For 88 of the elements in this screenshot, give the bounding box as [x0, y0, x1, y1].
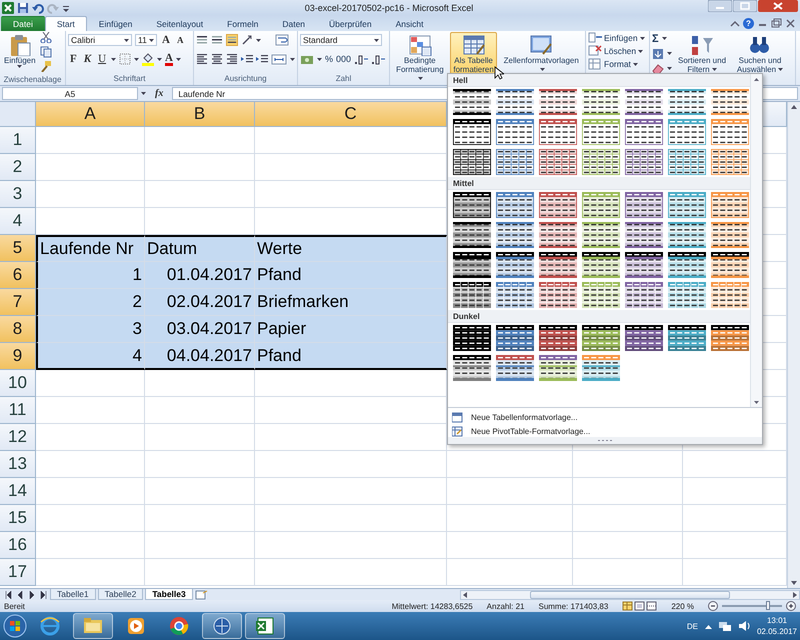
row-header[interactable]: 10	[0, 370, 36, 397]
find-select-button[interactable]: Suchen und Auswählen	[732, 32, 788, 75]
column-header[interactable]: A	[36, 102, 145, 127]
ribbon-tab[interactable]: Start	[44, 16, 87, 31]
row-header[interactable]: 4	[0, 208, 36, 235]
style-button[interactable]: Bedingte Formatierung	[392, 32, 448, 75]
font-name-field[interactable]: Calibri	[68, 34, 132, 46]
italic-button[interactable]: K	[82, 53, 94, 65]
cells-menu-button[interactable]: Löschen	[588, 45, 645, 57]
row-header[interactable]: 13	[0, 451, 36, 478]
row-header[interactable]: 1	[0, 127, 36, 154]
status-sum: Summe: 171403,83	[538, 602, 608, 610]
grid-cell[interactable]: 4	[36, 343, 145, 370]
group-label: Ausrichtung	[223, 74, 268, 85]
style-button[interactable]: Als Tabelle formatieren	[450, 32, 498, 75]
ribbon-tab[interactable]: Daten	[270, 16, 318, 31]
ribbon-tab[interactable]: Einfügen	[86, 16, 144, 31]
name-box[interactable]: A5	[2, 87, 138, 100]
bold-button[interactable]: F	[68, 53, 79, 65]
ribbon-tab[interactable]: Überprüfen	[317, 16, 384, 31]
insert-function-button[interactable]: fx	[149, 88, 170, 99]
row-header[interactable]: 17	[0, 559, 36, 586]
shrink-font-button[interactable]: A	[174, 35, 186, 45]
menu-item[interactable]: Neue PivotTable-Formatvorlage...	[452, 425, 758, 437]
section-heading: Hell	[448, 74, 750, 87]
menu-item[interactable]: Neue Tabellenformatvorlage...	[452, 411, 758, 423]
row-header[interactable]: 2	[0, 154, 36, 181]
style-button[interactable]: Zellenformatvorlagen	[499, 32, 583, 75]
ribbon-tab[interactable]: Ansicht	[384, 16, 436, 31]
row-header[interactable]: 15	[0, 505, 36, 532]
grid-cell[interactable]: Pfand	[255, 262, 447, 289]
grid-cell[interactable]: Pfand	[255, 343, 447, 370]
help-button[interactable]: ?	[743, 18, 754, 29]
sort-filter-button[interactable]: Sortieren und Filtern	[674, 32, 730, 75]
grid-cell[interactable]: 02.04.2017	[145, 289, 255, 316]
grid-cell[interactable]: 3	[36, 316, 145, 343]
row-header[interactable]: 6	[0, 262, 36, 289]
grid-cell[interactable]: 1	[36, 262, 145, 289]
group-label: Schriftart	[112, 74, 146, 85]
group-label: Zwischenablage	[2, 75, 62, 85]
grid-cell[interactable]: 2	[36, 289, 145, 316]
status-count: Anzahl: 21	[486, 602, 524, 610]
ribbon-tab[interactable]: Formeln	[215, 16, 270, 31]
autosum-button[interactable]: Σ	[652, 32, 659, 44]
font-color-button[interactable]: A	[165, 52, 173, 66]
cells-menu-button[interactable]: Format	[588, 58, 645, 70]
status-average: Mittelwert: 14283,6525	[392, 602, 473, 610]
window-title: 03-excel-20170502-pc16 - Microsoft Excel	[304, 2, 474, 12]
section-heading: Mittel	[448, 177, 750, 190]
number-format-field[interactable]: Standard	[300, 34, 382, 46]
thousands-button[interactable]: 000	[336, 54, 352, 64]
file-tab[interactable]: Datei	[1, 16, 45, 31]
column-header[interactable]: B	[145, 102, 255, 127]
row-header[interactable]: 11	[0, 397, 36, 424]
cells-menu-button[interactable]: Einfügen	[588, 32, 645, 44]
grid-cell[interactable]: 03.04.2017	[145, 316, 255, 343]
grid-cell[interactable]: Papier	[255, 316, 447, 343]
font-size-field[interactable]: 11	[135, 34, 157, 46]
grid-cell[interactable]: Werte	[255, 235, 447, 262]
row-header[interactable]: 5	[0, 235, 36, 262]
paste-button[interactable]: Einfügen	[2, 32, 38, 75]
sheet-tab[interactable]: Tabelle2	[98, 589, 144, 600]
row-header[interactable]: 14	[0, 478, 36, 505]
row-header[interactable]: 12	[0, 424, 36, 451]
status-mode: Bereit	[4, 602, 25, 610]
grid-cell[interactable]: Briefmarken	[255, 289, 447, 316]
underline-button[interactable]: U	[96, 53, 108, 65]
ribbon-tab[interactable]: Seitenlayout	[144, 16, 216, 31]
group-label: Zahl	[334, 74, 352, 85]
grid-cell[interactable]: 04.04.2017	[145, 343, 255, 370]
section-heading: Dunkel	[448, 310, 750, 323]
row-header[interactable]: 3	[0, 181, 36, 208]
sheet-tab[interactable]: Tabelle3	[145, 589, 193, 600]
percent-button[interactable]: %	[325, 54, 334, 64]
language-indicator[interactable]: DE	[686, 622, 698, 630]
grid-cell[interactable]: 01.04.2017	[145, 262, 255, 289]
grow-font-button[interactable]: A	[160, 34, 172, 46]
clock-date[interactable]: 02.05.2017	[756, 626, 797, 637]
grid-cell[interactable]: Datum	[145, 235, 255, 262]
zoom-level[interactable]: 220 %	[671, 602, 694, 610]
row-header[interactable]: 7	[0, 289, 36, 316]
row-header[interactable]: 9	[0, 343, 36, 370]
row-header[interactable]: 8	[0, 316, 36, 343]
grid-cell[interactable]: Laufende Nr	[36, 235, 145, 262]
column-header[interactable]: C	[255, 102, 447, 127]
row-header[interactable]: 16	[0, 532, 36, 559]
sheet-tab[interactable]: Tabelle1	[50, 589, 96, 600]
clock-time[interactable]: 13:01	[766, 615, 787, 626]
